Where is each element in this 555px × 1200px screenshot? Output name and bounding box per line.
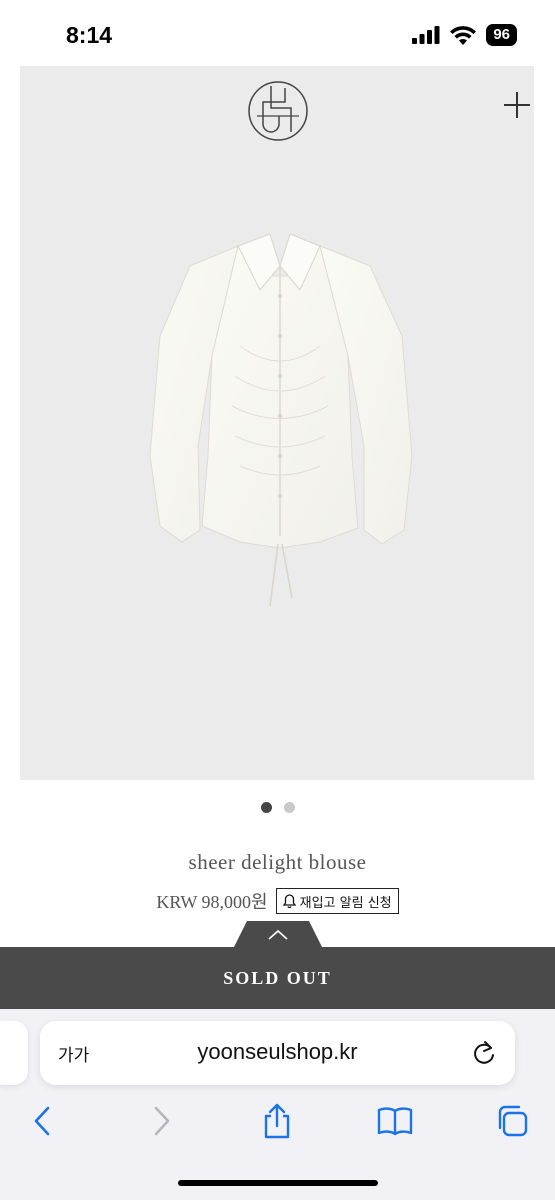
bookmarks-icon[interactable] — [373, 1099, 417, 1143]
back-icon[interactable] — [20, 1099, 64, 1143]
sold-out-bar[interactable]: SOLD OUT — [0, 947, 555, 1009]
home-indicator — [178, 1180, 378, 1186]
share-icon[interactable] — [255, 1099, 299, 1143]
restock-button-label: 재입고 알림 신청 — [299, 895, 392, 911]
address-bar[interactable]: 가가 yoonseulshop.kr — [40, 1021, 515, 1085]
browser-toolbar — [0, 1099, 555, 1143]
wifi-icon — [450, 25, 477, 45]
product-name: sheer delight blouse — [188, 850, 367, 874]
sold-out-label: SOLD OUT — [223, 967, 332, 988]
price-row: KRW 98,000원 재입고 알림 신청 — [0, 888, 555, 914]
forward-icon[interactable] — [140, 1099, 184, 1143]
product-image-carousel[interactable] — [20, 66, 534, 780]
signal-icon — [412, 26, 440, 44]
tabs-icon[interactable] — [490, 1099, 534, 1143]
reload-icon[interactable] — [471, 1039, 497, 1072]
bell-icon — [282, 894, 296, 908]
logo-icon[interactable] — [247, 80, 309, 147]
blouse-image — [149, 233, 413, 607]
carousel-dot-1[interactable] — [260, 802, 272, 813]
plus-icon[interactable] — [504, 92, 530, 118]
expand-tab[interactable] — [233, 919, 323, 949]
status-icons: 96 — [412, 24, 517, 46]
product-price: KRW 98,000원 — [156, 892, 268, 912]
carousel-dots[interactable] — [0, 802, 555, 813]
carousel-dot-2[interactable] — [283, 802, 295, 813]
status-bar: 8:14 96 — [0, 0, 555, 66]
previous-tab-card[interactable] — [0, 1021, 28, 1085]
restock-alert-button[interactable]: 재입고 알림 신청 — [275, 888, 399, 914]
browser-chrome: 가가 yoonseulshop.kr — [0, 1009, 555, 1200]
battery-badge: 96 — [486, 24, 517, 46]
status-time: 8:14 — [66, 22, 113, 48]
url-text[interactable]: yoonseulshop.kr — [40, 1039, 515, 1065]
